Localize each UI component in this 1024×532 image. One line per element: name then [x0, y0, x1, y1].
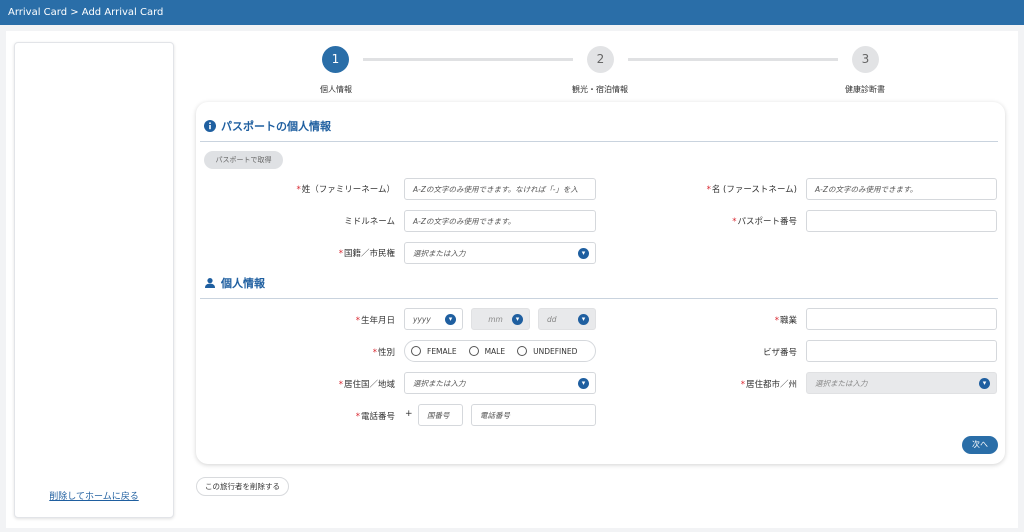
breadcrumb: Arrival Card > Add Arrival Card	[8, 7, 164, 18]
chevron-down-icon: ▾	[578, 314, 589, 325]
step-connector	[628, 58, 838, 61]
gender-label-text: 性別	[377, 348, 395, 358]
gender-label: *性別	[373, 346, 395, 358]
phone-plus-sign: +	[405, 409, 413, 419]
gender-option-male[interactable]: MALE	[468, 346, 506, 356]
residence-country-placeholder: 選択または入力	[413, 378, 466, 388]
surname-input[interactable]: A-Zの文字のみ使用できます。なければ「-」を入	[404, 178, 596, 200]
occupation-label-text: 職業	[779, 316, 797, 326]
phone-country-code-input[interactable]: 国番号	[418, 404, 463, 426]
left-panel: 削除してホームに戻る	[14, 42, 174, 518]
passport-number-input[interactable]	[806, 210, 997, 232]
occupation-input[interactable]	[806, 308, 997, 330]
residence-city-label: *居住都市／州	[741, 378, 797, 390]
gender-radio-group: FEMALE MALE UNDEFINED	[404, 340, 596, 362]
phone-label: *電話番号	[356, 410, 395, 422]
chevron-down-icon: ▾	[445, 314, 456, 325]
info-circle-icon	[204, 120, 216, 132]
personal-section-title: 個人情報	[204, 275, 265, 291]
required-marker: *	[355, 316, 360, 326]
radio-circle-icon	[411, 346, 421, 356]
visa-number-label: ビザ番号	[762, 348, 797, 358]
phone-label-text: 電話番号	[360, 412, 395, 422]
residence-city-label-text: 居住都市／州	[745, 380, 797, 390]
required-marker: *	[355, 412, 360, 422]
given-name-input[interactable]: A-Zの文字のみ使用できます。	[806, 178, 997, 200]
fetch-from-passport-button[interactable]: パスポートで取得	[204, 151, 283, 169]
form-card: パスポートの個人情報 パスポートで取得 *姓（ファミリーネーム） A-Zの文字の…	[196, 102, 1005, 464]
passport-number-label: *パスポート番号	[732, 215, 797, 227]
dob-label-text: 生年月日	[360, 316, 395, 326]
delete-traveler-button[interactable]: この旅行者を削除する	[196, 477, 289, 496]
step-2-label: 観光・宿泊情報	[572, 85, 628, 94]
step-3-label: 健康診断書	[845, 85, 885, 94]
gender-option-female[interactable]: FEMALE	[411, 346, 457, 356]
chevron-down-icon: ▾	[578, 378, 589, 389]
gender-option-label: MALE	[484, 346, 506, 356]
step-2-indicator[interactable]: 2	[587, 46, 614, 73]
required-marker: *	[706, 185, 711, 195]
dob-label: *生年月日	[356, 314, 395, 326]
section-divider	[200, 141, 998, 142]
gender-option-label: UNDEFINED	[533, 346, 578, 356]
nationality-select[interactable]: 選択または入力 ▾	[404, 242, 596, 264]
residence-country-select[interactable]: 選択または入力 ▾	[404, 372, 596, 394]
step-1-indicator[interactable]: 1	[322, 46, 349, 73]
residence-city-placeholder: 選択または入力	[815, 378, 868, 388]
required-marker: *	[338, 249, 343, 259]
step-3-indicator[interactable]: 3	[852, 46, 879, 73]
required-marker: *	[296, 185, 301, 195]
next-button[interactable]: 次へ	[962, 436, 998, 454]
passport-number-label-text: パスポート番号	[737, 217, 797, 227]
given-name-label-text: 名 (ファーストネーム)	[711, 185, 797, 195]
dob-year-placeholder: yyyy	[413, 314, 431, 324]
residence-country-label: *居住国／地域	[339, 378, 395, 390]
dob-month-select[interactable]: mm ▾	[471, 308, 530, 330]
occupation-label: *職業	[775, 314, 797, 326]
personal-section-title-text: 個人情報	[221, 277, 265, 290]
person-icon	[205, 278, 215, 288]
step-connector	[363, 58, 573, 61]
radio-circle-icon	[468, 346, 479, 356]
dob-month-placeholder: mm	[488, 314, 503, 324]
required-marker: *	[372, 348, 377, 358]
surname-label: *姓（ファミリーネーム）	[297, 183, 396, 195]
passport-section-title: パスポートの個人情報	[204, 118, 331, 134]
residence-city-select[interactable]: 選択または入力 ▾	[806, 372, 997, 394]
nationality-label-text: 国籍／市民権	[343, 249, 395, 259]
given-name-label: *名 (ファーストネーム)	[707, 183, 797, 195]
required-marker: *	[774, 316, 779, 326]
dob-day-placeholder: dd	[547, 314, 557, 324]
chevron-down-icon: ▾	[578, 248, 589, 259]
nationality-label: *国籍／市民権	[339, 247, 395, 259]
required-marker: *	[338, 380, 343, 390]
residence-country-label-text: 居住国／地域	[343, 380, 395, 390]
passport-section-title-text: パスポートの個人情報	[221, 120, 331, 133]
delete-and-return-home-link[interactable]: 削除してホームに戻る	[15, 489, 173, 502]
chevron-down-icon: ▾	[512, 314, 523, 325]
middle-name-label: ミドルネーム	[344, 217, 395, 227]
step-1-label: 個人情報	[320, 85, 352, 94]
dob-day-select[interactable]: dd ▾	[538, 308, 596, 330]
phone-number-input[interactable]: 電話番号	[471, 404, 596, 426]
top-bar: Arrival Card > Add Arrival Card	[0, 0, 1024, 25]
radio-circle-icon	[517, 346, 528, 356]
gender-option-undefined[interactable]: UNDEFINED	[517, 346, 577, 356]
nationality-placeholder: 選択または入力	[413, 248, 466, 258]
visa-number-input[interactable]	[806, 340, 997, 362]
dob-year-select[interactable]: yyyy ▾	[404, 308, 463, 330]
section-divider	[200, 298, 998, 299]
gender-option-label: FEMALE	[427, 346, 457, 356]
required-marker: *	[740, 380, 745, 390]
required-marker: *	[732, 217, 737, 227]
chevron-down-icon: ▾	[979, 378, 990, 389]
middle-name-input[interactable]: A-Zの文字のみ使用できます。	[404, 210, 596, 232]
surname-label-text: 姓（ファミリーネーム）	[301, 185, 395, 195]
